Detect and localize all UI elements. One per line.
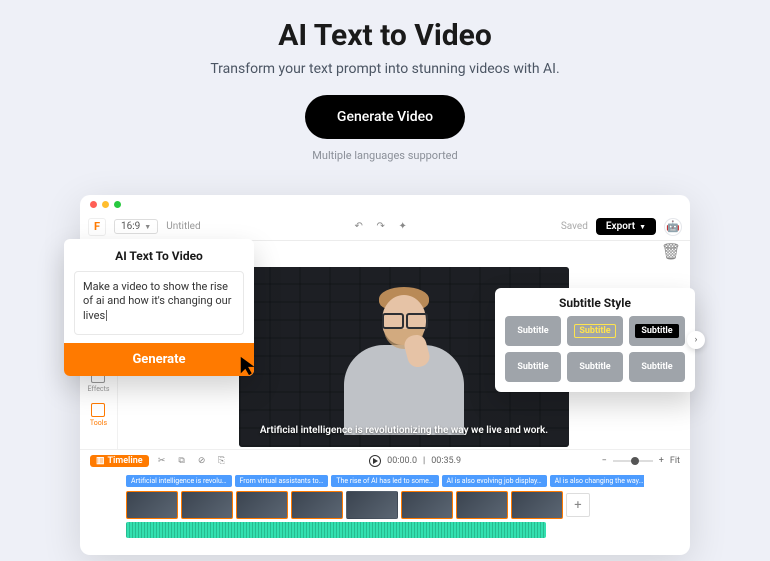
subtitle-style-option[interactable]: Subtitle — [629, 316, 685, 346]
generate-video-button[interactable]: Generate Video — [305, 95, 465, 139]
chevron-down-icon: ▼ — [639, 223, 646, 231]
hero-title: AI Text to Video — [0, 18, 770, 53]
video-clip[interactable] — [236, 491, 288, 519]
time-sep: | — [423, 456, 425, 466]
cut-icon[interactable]: ✂ — [155, 454, 169, 468]
video-clip[interactable] — [456, 491, 508, 519]
hero-note: Multiple languages supported — [0, 149, 770, 162]
export-label: Export — [606, 221, 635, 232]
saved-status: Saved — [561, 221, 588, 232]
prompt-panel-title: AI Text To Video — [64, 249, 254, 263]
subtitle-style-panel: Subtitle Style Subtitle Subtitle Subtitl… — [495, 288, 695, 392]
subtitle-panel-title: Subtitle Style — [505, 296, 685, 310]
trash-icon[interactable]: 🗑 — [664, 244, 678, 258]
minimize-dot[interactable] — [102, 201, 109, 208]
video-clip[interactable] — [126, 491, 178, 519]
text-cursor-icon — [106, 310, 107, 321]
tools-icon — [91, 403, 105, 417]
glasses-icon — [382, 313, 428, 325]
video-clip[interactable] — [346, 491, 398, 519]
next-styles-button[interactable]: › — [687, 331, 705, 349]
timeline-tracks[interactable]: Artificial intelligence is revolu… From … — [80, 471, 690, 538]
time-current: 00:00.0 — [387, 456, 417, 466]
audio-track[interactable] — [126, 522, 546, 538]
subtitle-option-label: Subtitle — [635, 324, 678, 338]
undo-icon[interactable]: ↶ — [352, 220, 366, 234]
caption-clip[interactable]: Artificial intelligence is revolu… — [126, 475, 232, 487]
play-button[interactable] — [369, 455, 381, 467]
maximize-dot[interactable] — [114, 201, 121, 208]
editor-topbar: F 16:9 ▼ Untitled ↶ ↷ ✦ Saved Export ▼ 🤖 — [80, 213, 690, 241]
time-total: 00:35.9 — [431, 456, 461, 466]
video-track[interactable]: + — [126, 491, 644, 519]
video-clip[interactable] — [401, 491, 453, 519]
copy-icon[interactable]: ⧉ — [175, 454, 189, 468]
subtitle-style-option[interactable]: Subtitle — [567, 352, 623, 382]
sidebar-label: Effects — [88, 385, 110, 393]
aspect-ratio-label: 16:9 — [121, 221, 140, 232]
ai-prompt-panel: AI Text To Video Make a video to show th… — [64, 239, 254, 376]
playback-controls: ▥ Timeline ✂ ⧉ ⊘ ⎘ 00:00.0 | 00:35.9 − +… — [80, 449, 690, 471]
zoom-minus[interactable]: − — [602, 456, 607, 466]
caption-clip[interactable]: AI is also changing the way… — [550, 475, 644, 487]
project-name[interactable]: Untitled — [166, 221, 200, 232]
prompt-textarea[interactable]: Make a video to show the rise of ai and … — [74, 271, 244, 335]
duplicate-icon[interactable]: ⎘ — [215, 454, 229, 468]
subtitle-option-label: Subtitle — [517, 326, 548, 336]
close-dot[interactable] — [90, 201, 97, 208]
subtitle-option-label: Subtitle — [579, 362, 610, 372]
sidebar-label: Tools — [90, 419, 107, 427]
video-clip[interactable] — [511, 491, 563, 519]
subtitle-option-label: Subtitle — [517, 362, 548, 372]
export-button[interactable]: Export ▼ — [596, 218, 656, 235]
timeline-tab[interactable]: ▥ Timeline — [90, 455, 149, 467]
zoom-slider[interactable] — [613, 460, 653, 462]
subtitle-option-label: Subtitle — [574, 324, 615, 338]
caption-clip[interactable]: The rise of AI has led to some… — [331, 475, 438, 487]
preview-caption: Artificial intelligence is revolutionizi… — [239, 425, 569, 438]
add-clip-button[interactable]: + — [566, 493, 590, 517]
hero-subtitle: Transform your text prompt into stunning… — [0, 61, 770, 77]
fit-button[interactable]: Fit — [670, 456, 680, 466]
window-titlebar — [80, 195, 690, 213]
subtitle-style-option[interactable]: Subtitle — [629, 352, 685, 382]
history-icon[interactable]: ✦ — [396, 220, 410, 234]
generate-button[interactable]: Generate — [64, 343, 254, 376]
video-clip[interactable] — [291, 491, 343, 519]
caption-clip[interactable]: From virtual assistants to… — [235, 475, 329, 487]
caption-track[interactable]: Artificial intelligence is revolu… From … — [126, 475, 644, 487]
delete-icon[interactable]: ⊘ — [195, 454, 209, 468]
preview-subject — [344, 277, 464, 447]
user-avatar[interactable]: 🤖 — [664, 218, 682, 236]
chevron-down-icon: ▼ — [144, 223, 151, 231]
zoom-plus[interactable]: + — [659, 456, 664, 466]
subtitle-style-option[interactable]: Subtitle — [567, 316, 623, 346]
subtitle-style-option[interactable]: Subtitle — [505, 316, 561, 346]
cursor-icon — [238, 355, 260, 377]
timeline-tab-label: Timeline — [108, 456, 143, 466]
subtitle-option-label: Subtitle — [641, 362, 672, 372]
redo-icon[interactable]: ↷ — [374, 220, 388, 234]
subtitle-style-option[interactable]: Subtitle — [505, 352, 561, 382]
video-clip[interactable] — [181, 491, 233, 519]
aspect-ratio-select[interactable]: 16:9 ▼ — [114, 219, 158, 234]
caption-clip[interactable]: AI is also evolving job display… — [442, 475, 547, 487]
sidebar-item-tools[interactable]: Tools — [90, 403, 107, 427]
app-logo: F — [88, 218, 106, 236]
